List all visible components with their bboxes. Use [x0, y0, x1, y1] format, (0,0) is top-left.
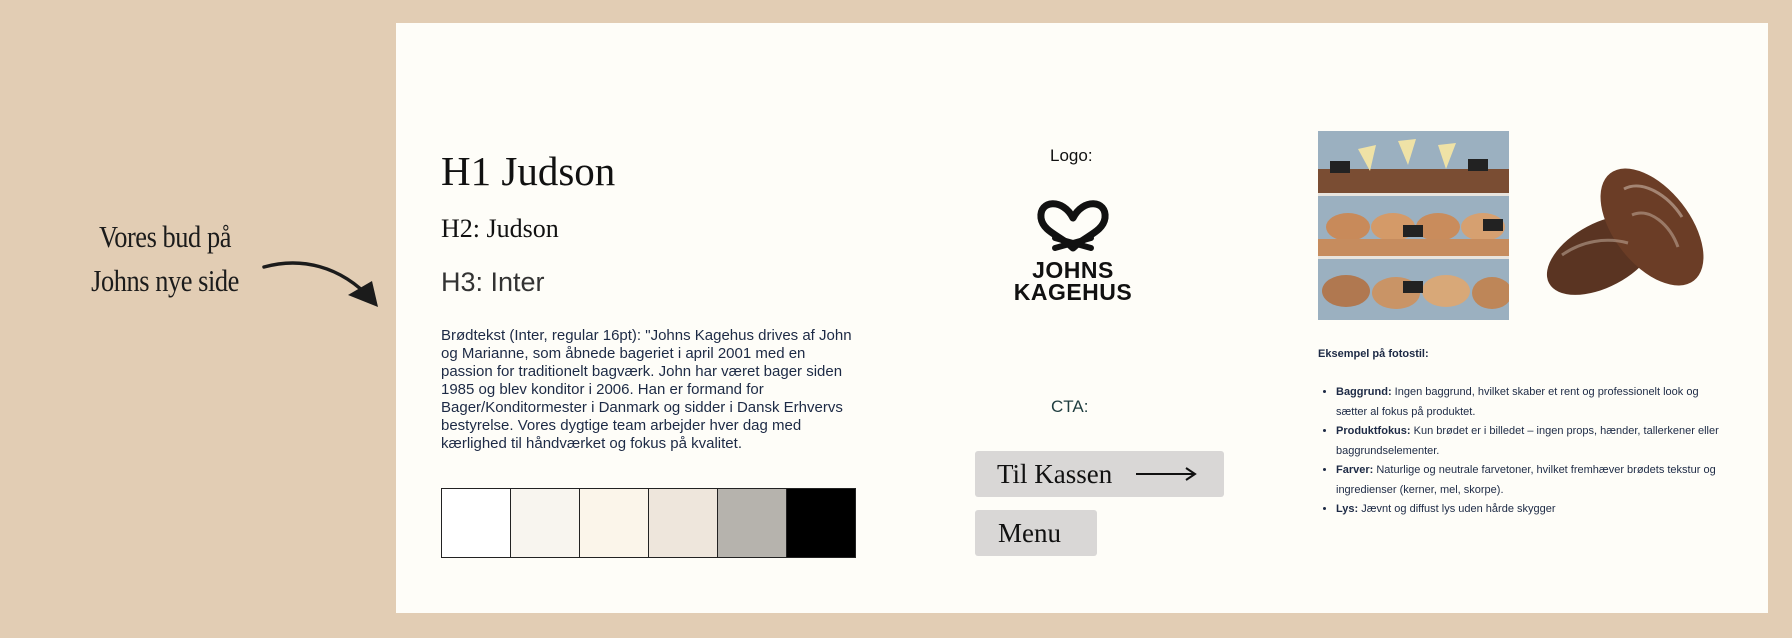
til-kassen-button[interactable]: Til Kassen	[975, 451, 1224, 497]
h1-sample: H1 Judson	[441, 148, 616, 194]
brand-logo: JOHNS KAGEHUS	[1004, 196, 1142, 305]
color-palette	[441, 488, 856, 558]
list-item: Produktfokus: Kun brødet er i billedet –…	[1336, 422, 1726, 461]
list-item: Farver: Naturlige og neutrale farvetoner…	[1336, 461, 1726, 500]
color-swatch	[442, 489, 511, 557]
photo-style-list: Baggrund: Ingen baggrund, hvilket skaber…	[1318, 383, 1726, 520]
list-item-text: Naturlige og neutrale farvetoner, hvilke…	[1336, 464, 1716, 496]
list-item: Baggrund: Ingen baggrund, hvilket skaber…	[1336, 383, 1726, 422]
side-note: Vores bud på Johns nye side	[76, 215, 255, 303]
list-item-term: Baggrund:	[1336, 386, 1392, 398]
logo-word-2: KAGEHUS	[1013, 279, 1133, 305]
curved-arrow-icon	[262, 261, 378, 307]
color-swatch	[511, 489, 580, 557]
cta-label: CTA:	[1051, 397, 1089, 416]
side-note-line-2: Johns nye side	[91, 263, 239, 298]
h2-sample: H2: Judson	[441, 214, 559, 243]
color-swatch	[649, 489, 718, 557]
color-swatch	[787, 489, 855, 557]
style-guide-board: H1 Judson H2: Judson H3: Inter Brødtekst…	[396, 23, 1768, 613]
list-item-term: Farver:	[1336, 464, 1374, 476]
list-item-term: Lys:	[1336, 503, 1359, 515]
h3-sample: H3: Inter	[441, 267, 545, 297]
bread-loaf-photo	[1532, 155, 1722, 310]
arrow-right-icon	[1136, 467, 1198, 481]
color-swatch	[580, 489, 649, 557]
menu-button[interactable]: Menu	[975, 510, 1097, 556]
color-swatch	[718, 489, 787, 557]
til-kassen-label: Til Kassen	[997, 458, 1113, 489]
logo-word-1: JOHNS	[1032, 257, 1114, 283]
photo-style-title: Eksempel på fotostil:	[1318, 348, 1429, 360]
list-item: Lys: Jævnt og diffust lys uden hårde sky…	[1336, 500, 1726, 520]
side-note-line-1: Vores bud på	[98, 219, 231, 254]
logo-label: Logo:	[1050, 146, 1093, 165]
list-item-term: Produktfokus:	[1336, 425, 1411, 437]
bakery-shelves-photo	[1318, 131, 1509, 320]
pretzel-icon	[1037, 200, 1109, 252]
menu-label: Menu	[998, 517, 1061, 548]
list-item-text: Jævnt og diffust lys uden hårde skygger	[1358, 503, 1556, 515]
body-text-sample: Brødtekst (Inter, regular 16pt): "Johns …	[441, 327, 852, 452]
